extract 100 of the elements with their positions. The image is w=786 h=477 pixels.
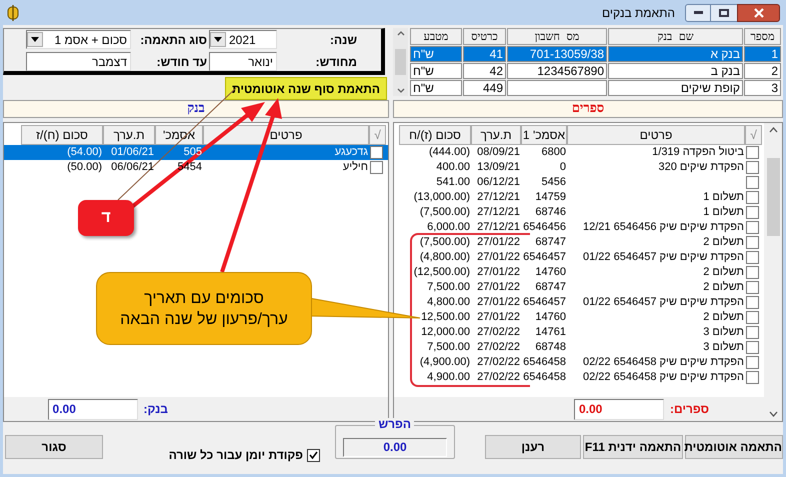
- input-field[interactable]: דצמבר: [26, 52, 131, 71]
- scrollbar[interactable]: [764, 123, 782, 421]
- table-cell: 68748: [535, 341, 566, 353]
- dropdown-arrow-icon[interactable]: [31, 37, 39, 42]
- table-cell: (12,500.00): [414, 266, 470, 278]
- table-cell: 41: [463, 46, 506, 62]
- checkbox[interactable]: [746, 221, 759, 234]
- checkbox[interactable]: [746, 341, 759, 354]
- table-cell: 27/12/21: [477, 191, 520, 203]
- column-header[interactable]: מס חשבון: [507, 28, 607, 45]
- field-label: מחודש:: [314, 54, 357, 70]
- table-cell: הפקדת שיקים 320: [658, 161, 744, 173]
- table-cell: 12,500.00: [421, 311, 470, 323]
- column-header[interactable]: אסמכ' 1: [521, 125, 567, 145]
- annotation-badge: ד: [78, 200, 134, 236]
- table-cell: ש"ח: [410, 80, 462, 96]
- table-cell: 12,000.00: [421, 326, 470, 338]
- dropdown-arrow-icon[interactable]: [214, 37, 222, 42]
- scroll-thumb[interactable]: [766, 158, 780, 236]
- checkbox[interactable]: [746, 146, 759, 159]
- panel-header: בנק: [3, 100, 389, 118]
- table-cell: 27/01/22: [477, 266, 520, 278]
- scroll-down-icon[interactable]: [768, 411, 778, 417]
- column-header[interactable]: פרטים: [203, 125, 369, 145]
- checkbox[interactable]: [746, 206, 759, 219]
- checkbox[interactable]: [370, 161, 383, 174]
- checkbox[interactable]: [746, 161, 759, 174]
- checkbox[interactable]: [370, 146, 383, 159]
- close-dialog-button[interactable]: סגור: [5, 435, 103, 459]
- scrollbar[interactable]: [393, 28, 408, 96]
- close-icon[interactable]: [754, 8, 764, 18]
- table-cell: 27/01/22: [477, 236, 520, 248]
- table-cell: 6800: [542, 146, 566, 158]
- table-cell: 27/01/22: [477, 281, 520, 293]
- table-cell: 42: [463, 63, 506, 79]
- checkbox[interactable]: [307, 448, 320, 462]
- table-cell: 1234567890: [507, 63, 607, 79]
- checkbox-label[interactable]: פקודת יומן עבור כל שורה: [168, 446, 303, 464]
- column-header[interactable]: ת.ערך: [471, 125, 521, 145]
- difference-field: 0.00: [343, 438, 447, 457]
- checkbox[interactable]: [746, 311, 759, 324]
- checkbox[interactable]: [746, 356, 759, 369]
- checkbox[interactable]: [746, 296, 759, 309]
- dropdown[interactable]: 2021: [209, 30, 277, 49]
- table-cell: 68747: [535, 236, 566, 248]
- checkbox[interactable]: [746, 281, 759, 294]
- column-header[interactable]: כרטיס: [463, 28, 506, 45]
- year-end-button[interactable]: התאמת סוף שנה אוטומטית: [225, 77, 387, 100]
- maximize-button[interactable]: [711, 4, 737, 22]
- table-cell: תשלום 3: [703, 341, 744, 353]
- scroll-up-icon[interactable]: [768, 127, 778, 133]
- checkbox[interactable]: [746, 326, 759, 339]
- column-header[interactable]: פרטים: [567, 125, 745, 145]
- table-cell: 06/12/21: [477, 176, 520, 188]
- table-cell: בנק א: [608, 46, 743, 62]
- table-cell: 400.00: [436, 161, 470, 173]
- table-cell: הפקדת שיקים שיק 6546457 01/22: [583, 296, 744, 308]
- input-field[interactable]: ינואר: [209, 52, 277, 71]
- table-cell: (4,900.00): [420, 356, 470, 368]
- table-cell: 6546457: [523, 251, 566, 263]
- column-header[interactable]: מטבע: [410, 28, 462, 45]
- table-cell: גדכעגע: [334, 146, 368, 158]
- scroll-thumb[interactable]: [395, 49, 406, 75]
- table-cell: 1: [744, 46, 781, 62]
- column-header[interactable]: סכום (ח)/ז: [21, 125, 103, 145]
- table-cell: 0: [560, 161, 566, 173]
- table-cell: 14760: [535, 311, 566, 323]
- table-cell: 27/02/22: [477, 356, 520, 368]
- scroll-down-icon[interactable]: [396, 88, 404, 93]
- column-header[interactable]: ת.ערך: [103, 125, 155, 145]
- total-label: בנק:: [144, 401, 168, 418]
- table-cell: 01/06/21: [111, 146, 154, 158]
- minimize-button[interactable]: [685, 4, 711, 22]
- callout: סכומים עם תאריך ערך/פרעון של שנה הבאה: [96, 272, 312, 345]
- field-label: שנה:: [329, 32, 357, 48]
- table-cell: (50.00): [67, 161, 102, 173]
- action-button[interactable]: רענן: [485, 435, 581, 459]
- group-title: הפרש: [375, 418, 414, 430]
- checkbox[interactable]: [746, 251, 759, 264]
- column-header[interactable]: סכום (ז)/ח: [399, 125, 471, 145]
- table-cell: 27/01/22: [477, 296, 520, 308]
- close-button[interactable]: [737, 4, 780, 22]
- scroll-up-icon[interactable]: [396, 31, 404, 36]
- table-cell: תשלום 3: [703, 326, 744, 338]
- checkbox[interactable]: [746, 236, 759, 249]
- action-button[interactable]: התאמה אוטומטית: [685, 435, 783, 459]
- column-header[interactable]: שם בנק: [608, 28, 743, 45]
- checkbox[interactable]: [746, 371, 759, 384]
- table-cell: (7,500.00): [420, 236, 470, 248]
- column-header[interactable]: מספר: [744, 28, 781, 45]
- total-label: ספרים:: [670, 401, 709, 418]
- action-button[interactable]: התאמה ידנית F11: [583, 435, 683, 459]
- table-cell: 68746: [535, 206, 566, 218]
- checkbox[interactable]: [746, 176, 759, 189]
- table-cell: (4,800.00): [420, 251, 470, 263]
- table-cell: 6546458: [523, 371, 566, 383]
- checkbox[interactable]: [746, 266, 759, 279]
- table-cell: 6546456: [523, 221, 566, 233]
- checkbox[interactable]: [746, 191, 759, 204]
- dropdown[interactable]: סכום + אסמ 1: [26, 30, 131, 49]
